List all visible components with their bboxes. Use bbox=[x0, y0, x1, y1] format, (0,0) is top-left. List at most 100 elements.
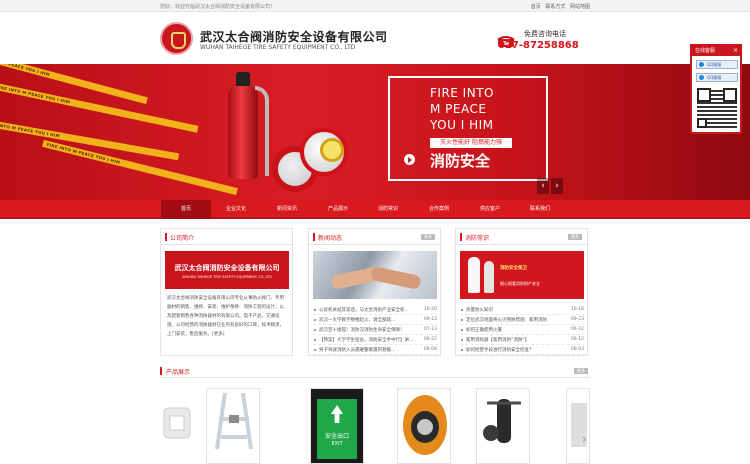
news-date: 06-22 bbox=[423, 337, 437, 342]
news-title[interactable]: 公诉机关就其谈话，与太合消防产业安全初... bbox=[319, 307, 419, 313]
section-marker bbox=[313, 233, 315, 241]
bullet-icon bbox=[314, 348, 316, 351]
news-date: 10-20 bbox=[423, 307, 437, 312]
gauge-image bbox=[320, 138, 344, 162]
list-item[interactable]: 热量防火知识 10-16 bbox=[460, 305, 585, 315]
section-title: 消防常识 bbox=[465, 235, 490, 242]
bullet-icon bbox=[314, 328, 316, 331]
list-item[interactable]: 武汉百十姐喵！消防汉消防生命安全保障！ 07-13 bbox=[313, 325, 438, 335]
handshake-image[interactable] bbox=[313, 251, 437, 299]
more-button[interactable]: 更多 bbox=[421, 234, 435, 240]
knowledge-title[interactable]: 家用消防器【家用消防“消防”】 bbox=[466, 337, 566, 343]
hand-shape bbox=[370, 265, 422, 291]
more-button[interactable]: 更多 bbox=[568, 234, 582, 240]
exit-sign-en: EXIT bbox=[331, 441, 343, 447]
product-card[interactable]: 安全出口 EXIT bbox=[310, 388, 364, 464]
list-item[interactable]: 公诉机关就其谈话，与太合消防产业安全初... 10-20 bbox=[313, 305, 438, 315]
extinguisher-image bbox=[484, 261, 494, 293]
news-title[interactable]: 男子驾驶消防入员遇难警察遇到救援... bbox=[319, 347, 419, 353]
product-image bbox=[571, 403, 587, 447]
about-banner-title: 武汉太合阀消防安全设备有限公司 bbox=[174, 263, 280, 272]
company-logo[interactable] bbox=[160, 22, 193, 55]
products-header: 产品展示 更多 bbox=[160, 364, 590, 378]
extinguisher-image bbox=[468, 257, 480, 293]
bullet-icon bbox=[314, 338, 316, 341]
knowledge-date: 06-22 bbox=[570, 327, 584, 332]
hero-banner[interactable]: FIRE INTO M PEACE YOU I HIM FIRE INTO M … bbox=[0, 64, 750, 200]
qr-code-image bbox=[697, 88, 737, 128]
hotline-label: 免费咨询电话 bbox=[524, 30, 566, 38]
product-image bbox=[163, 407, 191, 439]
knowledge-title[interactable]: 定位武汉地面将火灾预防措施：家用消防 bbox=[466, 317, 566, 323]
news-title[interactable]: 【预案】大学学生宿舍，消防安全手中行】讲... bbox=[319, 337, 419, 343]
knowledge-title[interactable]: 如何正确使用火警 bbox=[466, 327, 566, 333]
product-card[interactable] bbox=[397, 388, 451, 464]
list-item[interactable]: 【预案】大学学生宿舍，消防安全手中行】讲... 06-22 bbox=[313, 335, 438, 345]
qq-service-button[interactable]: QQ客服 bbox=[696, 73, 738, 82]
news-title[interactable]: 武汉百十姐喵！消防汉消防生命安全保障！ bbox=[319, 327, 419, 333]
promo-line: YOU I HIM bbox=[430, 118, 494, 132]
nav-item-cases[interactable]: 合作案例 bbox=[414, 200, 464, 219]
online-service-panel: 在线客服 × QQ客服 QQ客服 bbox=[690, 44, 742, 134]
nav-item-culture[interactable]: 企业文化 bbox=[211, 200, 261, 219]
news-list: 公诉机关就其谈话，与太合消防产业安全初... 10-20 武汉一大学教学楼楼起火，… bbox=[313, 305, 438, 355]
knowledge-section: 消防常识 更多 消防安全保卫 细心照看消防财产安全 热量防火知识 10-16 定位… bbox=[455, 228, 588, 356]
promo-line: FIRE INTO bbox=[430, 86, 494, 100]
nav-item-clients[interactable]: 供应客户 bbox=[465, 200, 515, 219]
about-text: 武汉太合阀消防安全设备有限公司专业从事防火阀门、专用器材的销售、维修、安装、维护… bbox=[167, 296, 284, 337]
knowledge-date: 06-03 bbox=[570, 347, 584, 352]
product-card[interactable] bbox=[160, 388, 196, 464]
close-icon[interactable]: × bbox=[733, 47, 738, 54]
more-button[interactable]: 更多 bbox=[574, 368, 588, 374]
bullet-icon bbox=[314, 308, 316, 311]
breathing-apparatus-image bbox=[483, 399, 521, 443]
news-date: 09-23 bbox=[423, 317, 437, 322]
list-item[interactable]: 武汉一大学教学楼楼起火，请全部疏... 09-23 bbox=[313, 315, 438, 325]
about-section: 公司简介 武汉太合阀消防安全设备有限公司 WUHAN TAIHEGE TIRE … bbox=[160, 228, 293, 356]
exit-sign-text: 安全出口 bbox=[324, 433, 349, 440]
list-item[interactable]: 如何正确使用火警 06-22 bbox=[460, 325, 585, 335]
knowledge-title[interactable]: 如何经营手段进行消防安全检查？ bbox=[466, 347, 566, 353]
knowledge-date: 06-12 bbox=[570, 337, 584, 342]
section-title: 产品展示 bbox=[166, 369, 191, 376]
knowledge-title[interactable]: 热量防火知识 bbox=[466, 307, 566, 313]
list-item[interactable]: 家用消防器【家用消防“消防”】 06-12 bbox=[460, 335, 585, 345]
qq-service-button[interactable]: QQ客服 bbox=[696, 60, 738, 69]
news-section: 新闻动态 更多 公诉机关就其谈话，与太合消防产业安全初... 10-20 武汉一大… bbox=[308, 228, 441, 356]
banner-prev-button[interactable]: ‹ bbox=[537, 178, 549, 194]
bullet-icon bbox=[461, 348, 463, 351]
top-bar: 您好，欢迎光临武汉太合阀消防安全设备有限公司！ 首页 联系方式 网站地图 bbox=[0, 0, 750, 12]
list-item[interactable]: 男子驾驶消防入员遇难警察遇到救援... 06-08 bbox=[313, 345, 438, 355]
about-banner-subtitle: WUHAN TAIHEGE TIRE SAFETY EQUIPMENT CO.,… bbox=[182, 275, 272, 279]
welcome-text: 您好，欢迎光临武汉太合阀消防安全设备有限公司！ bbox=[160, 4, 276, 10]
top-link-contact[interactable]: 联系方式 bbox=[545, 4, 565, 10]
banner-tagline: 灭火性能好 阻燃能力强 bbox=[430, 138, 512, 148]
nav-item-contact[interactable]: 联系我们 bbox=[515, 200, 565, 219]
banner-next-button[interactable]: › bbox=[551, 178, 563, 194]
product-card[interactable] bbox=[476, 388, 530, 464]
section-header: 新闻动态 更多 bbox=[309, 229, 440, 245]
nav-item-home[interactable]: 首页 bbox=[161, 200, 211, 219]
products-next-button[interactable]: › bbox=[582, 432, 587, 446]
nav-item-products[interactable]: 产品展示 bbox=[313, 200, 363, 219]
escape-hood-image bbox=[403, 395, 447, 455]
top-link-home[interactable]: 首页 bbox=[531, 4, 541, 10]
news-date: 06-08 bbox=[423, 347, 437, 352]
product-card[interactable] bbox=[566, 388, 590, 464]
news-title[interactable]: 武汉一大学教学楼楼起火，请全部疏... bbox=[319, 317, 419, 323]
nav-item-news[interactable]: 新闻资讯 bbox=[262, 200, 312, 219]
play-icon[interactable] bbox=[404, 154, 415, 165]
nav-item-knowledge[interactable]: 消防常识 bbox=[363, 200, 413, 219]
bullet-icon bbox=[461, 328, 463, 331]
list-item[interactable]: 定位武汉地面将火灾预防措施：家用消防 09-23 bbox=[460, 315, 585, 325]
list-item[interactable]: 如何经营手段进行消防安全检查？ 06-03 bbox=[460, 345, 585, 355]
news-date: 07-13 bbox=[423, 327, 437, 332]
product-card[interactable] bbox=[206, 388, 260, 464]
fire-safety-image[interactable]: 消防安全保卫 细心照看消防财产安全 bbox=[460, 251, 584, 299]
section-title: 公司简介 bbox=[170, 235, 195, 242]
fire-extinguisher-image bbox=[228, 72, 258, 179]
exit-sign-image: 安全出口 EXIT bbox=[317, 399, 357, 459]
top-link-sitemap[interactable]: 网站地图 bbox=[570, 4, 590, 10]
section-marker bbox=[160, 367, 162, 375]
section-marker bbox=[165, 233, 167, 241]
